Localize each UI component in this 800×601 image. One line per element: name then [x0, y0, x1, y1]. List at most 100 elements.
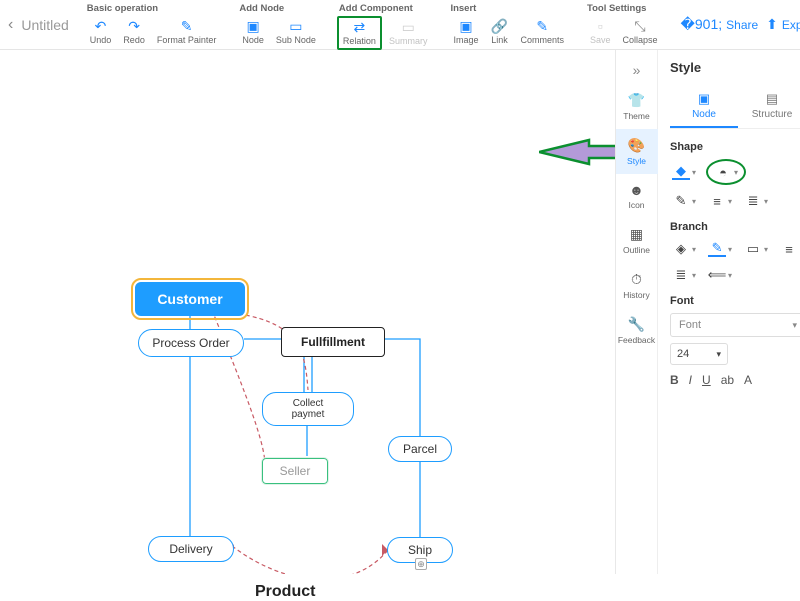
collapse-button[interactable]: ⤡Collapse — [618, 16, 663, 48]
font-format-row: B I U ab A — [670, 373, 800, 387]
node-fulfillment[interactable]: Fullfillment — [281, 327, 385, 357]
redo-icon: ↷ — [126, 18, 142, 34]
rect-icon: ▭ — [744, 241, 762, 257]
bold-button[interactable]: B — [670, 373, 679, 387]
group-tool-settings: Tool Settings ▫Save ⤡Collapse — [577, 0, 671, 49]
sidebar-item-style[interactable]: 🎨Style — [616, 129, 658, 174]
undo-button[interactable]: ↶Undo — [85, 16, 117, 48]
tab-node[interactable]: ▣Node — [670, 85, 738, 128]
smile-icon: ☻ — [629, 182, 644, 198]
node-parcel[interactable]: Parcel — [388, 436, 452, 462]
label-product[interactable]: Product — [255, 583, 315, 601]
line-weight-dropdown[interactable]: ≡▾ — [706, 191, 734, 211]
shape-style-dropdown[interactable]: ◓▾ — [706, 159, 746, 185]
node-collect-payment[interactable]: Collect paymet — [262, 392, 354, 426]
branch-color-dropdown[interactable]: ✎▾ — [706, 239, 734, 259]
font-size-select[interactable]: 24▾ — [670, 343, 728, 365]
sidebar-item-icon[interactable]: ☻Icon — [616, 174, 658, 218]
fill-icon: ◓ — [714, 164, 732, 180]
chevron-down-icon: ▾ — [764, 197, 768, 206]
shirt-icon: 👕 — [628, 92, 645, 109]
tab-structure[interactable]: ▤Structure — [738, 85, 800, 128]
node-delivery[interactable]: Delivery — [148, 536, 234, 562]
chevron-down-icon: ▾ — [692, 271, 696, 280]
border-style-dropdown[interactable]: ✎▾ — [670, 191, 698, 211]
summary-button: ▭Summary — [384, 16, 433, 50]
group-insert: Insert ▣Image 🔗Link ✎Comments — [440, 0, 577, 49]
arrow-icon: ⟸ — [708, 267, 726, 283]
pen-icon: ✎ — [708, 241, 726, 257]
node-button[interactable]: ▣Node — [237, 16, 269, 48]
grid-icon: ▦ — [630, 226, 643, 243]
top-actions: �901;Share ⬆Export — [671, 0, 800, 49]
section-font: Font — [670, 295, 800, 307]
chevron-down-icon: ▾ — [728, 245, 732, 254]
chevron-down-icon: ▾ — [728, 271, 732, 280]
side-tabs: » 👕Theme 🎨Style ☻Icon ▦Outline ⏱History … — [616, 50, 658, 574]
save-button: ▫Save — [585, 16, 616, 48]
relation-button[interactable]: ⇄Relation — [337, 16, 382, 50]
branch-border-dropdown[interactable]: ▭▾ — [742, 239, 770, 259]
panel-subtabs: ▣Node ▤Structure — [670, 85, 800, 129]
link-icon: 🔗 — [491, 18, 507, 34]
comments-button[interactable]: ✎Comments — [515, 16, 569, 48]
branch-lines-dropdown[interactable]: ≣▾ — [670, 265, 698, 285]
branch-align-dropdown[interactable]: ≡▾ — [778, 239, 800, 259]
subnode-button[interactable]: ▭Sub Node — [271, 16, 321, 48]
lines2-icon: ≣ — [672, 267, 690, 283]
subnode-icon: ▭ — [288, 18, 304, 34]
branch-fill-dropdown[interactable]: ◈▾ — [670, 239, 698, 259]
line-dash-dropdown[interactable]: ≣▾ — [742, 191, 770, 211]
pen-icon: ✎ — [672, 193, 690, 209]
node-customer[interactable]: Customer — [135, 282, 245, 316]
edges — [0, 50, 615, 574]
align-icon: ≡ — [780, 241, 798, 257]
export-icon: ⬆ — [766, 16, 778, 33]
comments-icon: ✎ — [534, 18, 550, 34]
bucket-icon: ◈ — [672, 241, 690, 257]
format-painter-button[interactable]: ✎Format Painter — [152, 16, 222, 48]
node-process-order[interactable]: Process Order — [138, 329, 244, 357]
side-content: Style ▣Node ▤Structure Shape ◆▾ ◓▾ ✎▾ ≡▾… — [658, 50, 800, 574]
chevron-down-icon: ▾ — [692, 245, 696, 254]
sidebar-item-theme[interactable]: 👕Theme — [616, 84, 658, 129]
wrench-icon: 🔧 — [628, 316, 645, 333]
clock-icon: ⏱ — [631, 271, 642, 288]
collapse-panel-icon[interactable]: » — [633, 56, 641, 84]
section-branch: Branch — [670, 221, 800, 233]
share-button[interactable]: �901;Share — [681, 16, 759, 33]
node-seller[interactable]: Seller — [262, 458, 328, 484]
font-family-select[interactable]: Font▾ — [670, 313, 800, 337]
redo-button[interactable]: ↷Redo — [118, 16, 150, 48]
case-button[interactable]: ab — [721, 373, 734, 387]
canvas[interactable]: Customer Process Order Fullfillment Coll… — [0, 50, 615, 574]
branch-arrow-dropdown[interactable]: ⟸▾ — [706, 265, 734, 285]
toolbar: Basic operation ↶Undo ↷Redo ✎Format Pain… — [77, 0, 671, 49]
image-button[interactable]: ▣Image — [448, 16, 483, 48]
chevron-down-icon: ▾ — [728, 197, 732, 206]
section-shape: Shape — [670, 141, 800, 153]
chevron-down-icon: ▾ — [793, 320, 798, 331]
expand-node-icon[interactable]: ⊕ — [415, 558, 427, 570]
group-basic: Basic operation ↶Undo ↷Redo ✎Format Pain… — [77, 0, 230, 49]
font-color-button[interactable]: A — [744, 373, 752, 387]
chevron-down-icon: ▾ — [692, 168, 696, 177]
shape-icon: ◆ — [672, 164, 690, 180]
sidebar-item-history[interactable]: ⏱History — [616, 263, 658, 308]
side-panel: » 👕Theme 🎨Style ☻Icon ▦Outline ⏱History … — [615, 50, 800, 574]
group-add-node: Add Node ▣Node ▭Sub Node — [229, 0, 329, 49]
share-icon: �901; — [681, 16, 723, 33]
export-button[interactable]: ⬆Export — [766, 16, 800, 33]
doc-title[interactable]: Untitled — [13, 0, 76, 49]
palette-icon: 🎨 — [628, 137, 645, 154]
sidebar-item-outline[interactable]: ▦Outline — [616, 218, 658, 263]
sidebar-item-feedback[interactable]: 🔧Feedback — [616, 308, 658, 353]
italic-button[interactable]: I — [689, 373, 692, 387]
chevron-down-icon: ▾ — [716, 349, 721, 360]
collapse-icon: ⤡ — [632, 18, 648, 34]
undo-icon: ↶ — [93, 18, 109, 34]
chevron-down-icon: ▾ — [692, 197, 696, 206]
link-button[interactable]: 🔗Link — [485, 16, 513, 48]
shape-type-dropdown[interactable]: ◆▾ — [670, 162, 698, 182]
underline-button[interactable]: U — [702, 373, 711, 387]
